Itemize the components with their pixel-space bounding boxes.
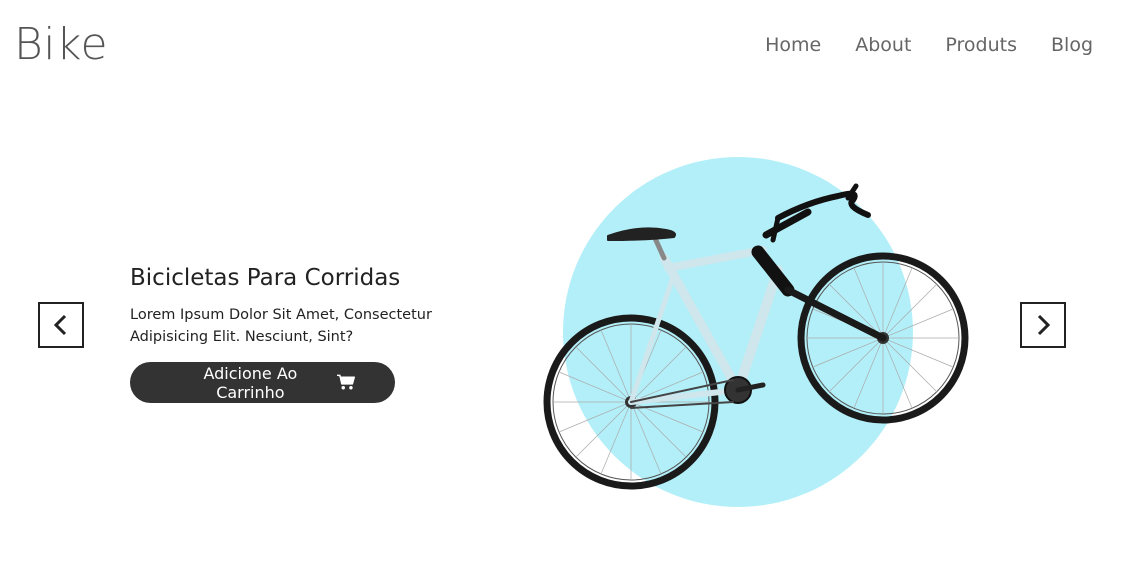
bike-illustration	[543, 157, 969, 507]
nav-about[interactable]: About	[855, 32, 911, 58]
nav-blog[interactable]: Blog	[1051, 32, 1093, 58]
slide-title: Bicicletas Para Corridas	[130, 265, 401, 291]
main-nav: Home About Produts Blog	[765, 32, 1093, 58]
shopping-cart-icon	[336, 374, 355, 390]
product-image	[488, 140, 988, 520]
chevron-right-icon	[1037, 314, 1051, 336]
landing-page: Bike Home About Produts Blog Bicicletas …	[0, 0, 1124, 565]
logo[interactable]: Bike	[14, 18, 108, 72]
slide-description: Lorem Ipsum Dolor Sit Amet, Consectetur …	[130, 307, 432, 345]
carousel-next-button[interactable]	[1020, 302, 1066, 348]
slide-content: Bicicletas Para Corridas Lorem Ipsum Dol…	[130, 262, 460, 403]
nav-products[interactable]: Produts	[945, 32, 1017, 58]
site-header: Bike Home About Produts Blog	[0, 0, 1124, 90]
chevron-left-icon	[53, 314, 67, 336]
add-to-cart-label: Adicione Ao Carrinho	[203, 363, 298, 402]
nav-home[interactable]: Home	[765, 32, 821, 58]
add-to-cart-button[interactable]: Adicione Ao Carrinho	[130, 362, 395, 403]
carousel-prev-button[interactable]	[38, 302, 84, 348]
